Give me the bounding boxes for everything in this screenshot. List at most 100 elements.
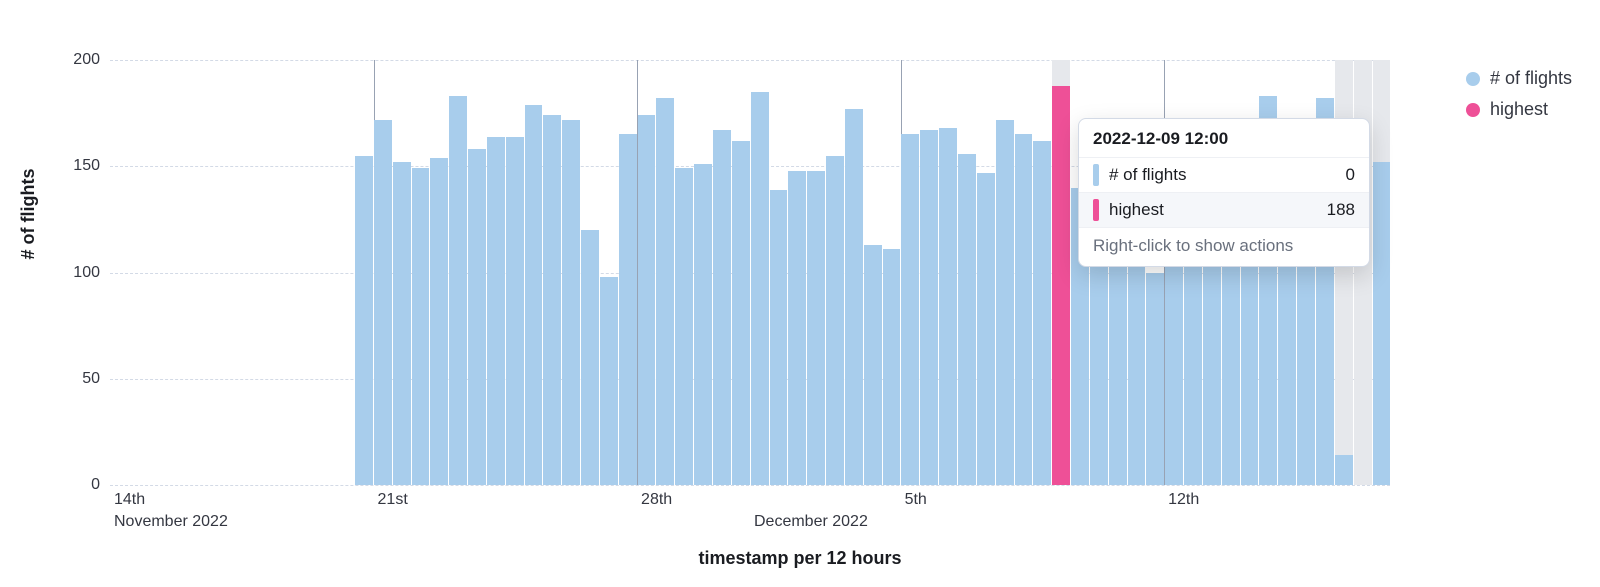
bar[interactable] bbox=[619, 60, 637, 485]
bar[interactable] bbox=[638, 60, 656, 485]
bar[interactable] bbox=[1015, 60, 1033, 485]
bar[interactable] bbox=[826, 60, 844, 485]
bar[interactable] bbox=[977, 60, 995, 485]
bar-flights bbox=[374, 120, 392, 486]
bar[interactable] bbox=[242, 60, 260, 485]
bar[interactable] bbox=[393, 60, 411, 485]
y-tick-label: 100 bbox=[73, 264, 100, 282]
bar[interactable] bbox=[1033, 60, 1051, 485]
bar[interactable] bbox=[939, 60, 957, 485]
bar[interactable] bbox=[713, 60, 731, 485]
tooltip-row-label: highest bbox=[1109, 200, 1327, 220]
bar-flights bbox=[901, 134, 919, 485]
bar[interactable] bbox=[901, 60, 919, 485]
bar[interactable] bbox=[185, 60, 203, 485]
y-axis-label: # of flights bbox=[18, 169, 39, 260]
x-tick-label: 21st bbox=[378, 491, 408, 509]
bar[interactable] bbox=[223, 60, 241, 485]
bar[interactable] bbox=[864, 60, 882, 485]
bar[interactable] bbox=[562, 60, 580, 485]
bar-flights bbox=[468, 149, 486, 485]
bar[interactable] bbox=[543, 60, 561, 485]
y-tick-label: 150 bbox=[73, 157, 100, 175]
bar[interactable] bbox=[1373, 60, 1391, 485]
chart-tooltip: 2022-12-09 12:00 # of flights 0 highest … bbox=[1078, 118, 1370, 267]
tooltip-row-label: # of flights bbox=[1109, 165, 1346, 185]
bar[interactable] bbox=[167, 60, 185, 485]
bar[interactable] bbox=[525, 60, 543, 485]
bar[interactable] bbox=[204, 60, 222, 485]
bar[interactable] bbox=[430, 60, 448, 485]
legend-item[interactable]: # of flights bbox=[1466, 68, 1572, 89]
bar[interactable] bbox=[317, 60, 335, 485]
bar-flights bbox=[770, 190, 788, 485]
bar[interactable] bbox=[770, 60, 788, 485]
bar-flights bbox=[732, 141, 750, 485]
bar-flights bbox=[412, 168, 430, 485]
bar[interactable] bbox=[449, 60, 467, 485]
tooltip-row: # of flights 0 bbox=[1079, 158, 1369, 192]
tooltip-title: 2022-12-09 12:00 bbox=[1079, 119, 1369, 158]
chart-legend: # of flights highest bbox=[1466, 68, 1572, 130]
bar[interactable] bbox=[487, 60, 505, 485]
bar[interactable] bbox=[732, 60, 750, 485]
bar[interactable] bbox=[996, 60, 1014, 485]
bar-flights bbox=[562, 120, 580, 486]
bar-flights bbox=[525, 105, 543, 485]
tooltip-row: highest 188 bbox=[1079, 192, 1369, 227]
bar[interactable] bbox=[506, 60, 524, 485]
bar-flights bbox=[393, 162, 411, 485]
bar-flights bbox=[939, 128, 957, 485]
bar-flights bbox=[883, 249, 901, 485]
bar[interactable] bbox=[298, 60, 316, 485]
bar[interactable] bbox=[110, 60, 128, 485]
bar-flights bbox=[1146, 273, 1164, 486]
bar[interactable] bbox=[468, 60, 486, 485]
legend-label: # of flights bbox=[1490, 68, 1572, 89]
bar[interactable] bbox=[261, 60, 279, 485]
bar-flights bbox=[713, 130, 731, 485]
bar-flights bbox=[1015, 134, 1033, 485]
bar[interactable] bbox=[675, 60, 693, 485]
bar-flights bbox=[430, 158, 448, 485]
bar-flights bbox=[355, 156, 373, 485]
bar[interactable] bbox=[788, 60, 806, 485]
x-tick-sublabel: November 2022 bbox=[114, 513, 228, 531]
legend-label: highest bbox=[1490, 99, 1548, 120]
bar[interactable] bbox=[581, 60, 599, 485]
bar[interactable] bbox=[958, 60, 976, 485]
bar[interactable] bbox=[656, 60, 674, 485]
tooltip-hint: Right-click to show actions bbox=[1079, 227, 1369, 266]
bar[interactable] bbox=[694, 60, 712, 485]
legend-swatch-icon bbox=[1466, 103, 1480, 117]
bar[interactable] bbox=[883, 60, 901, 485]
bar-flights bbox=[581, 230, 599, 485]
bar[interactable] bbox=[600, 60, 618, 485]
bar-flights bbox=[694, 164, 712, 485]
tooltip-swatch-icon bbox=[1093, 199, 1099, 221]
x-tick-label: 5th bbox=[905, 491, 927, 509]
bar-flights bbox=[675, 168, 693, 485]
bar[interactable] bbox=[336, 60, 354, 485]
bar-flights bbox=[1373, 162, 1391, 485]
bar-flights bbox=[788, 171, 806, 486]
bar[interactable] bbox=[920, 60, 938, 485]
bar[interactable] bbox=[845, 60, 863, 485]
bar-flights bbox=[751, 92, 769, 485]
bar[interactable] bbox=[280, 60, 298, 485]
bar-flights bbox=[543, 115, 561, 485]
bar-highest bbox=[1052, 86, 1070, 486]
bar[interactable] bbox=[807, 60, 825, 485]
bar[interactable] bbox=[1052, 60, 1070, 485]
bar[interactable] bbox=[412, 60, 430, 485]
bar[interactable] bbox=[751, 60, 769, 485]
legend-item[interactable]: highest bbox=[1466, 99, 1572, 120]
bar-flights bbox=[845, 109, 863, 485]
bar[interactable] bbox=[129, 60, 147, 485]
tooltip-row-value: 188 bbox=[1327, 200, 1355, 220]
x-tick-label: 14th bbox=[114, 491, 145, 509]
bar-flights bbox=[920, 130, 938, 485]
bar[interactable] bbox=[148, 60, 166, 485]
bar[interactable] bbox=[374, 60, 392, 485]
bar[interactable] bbox=[355, 60, 373, 485]
